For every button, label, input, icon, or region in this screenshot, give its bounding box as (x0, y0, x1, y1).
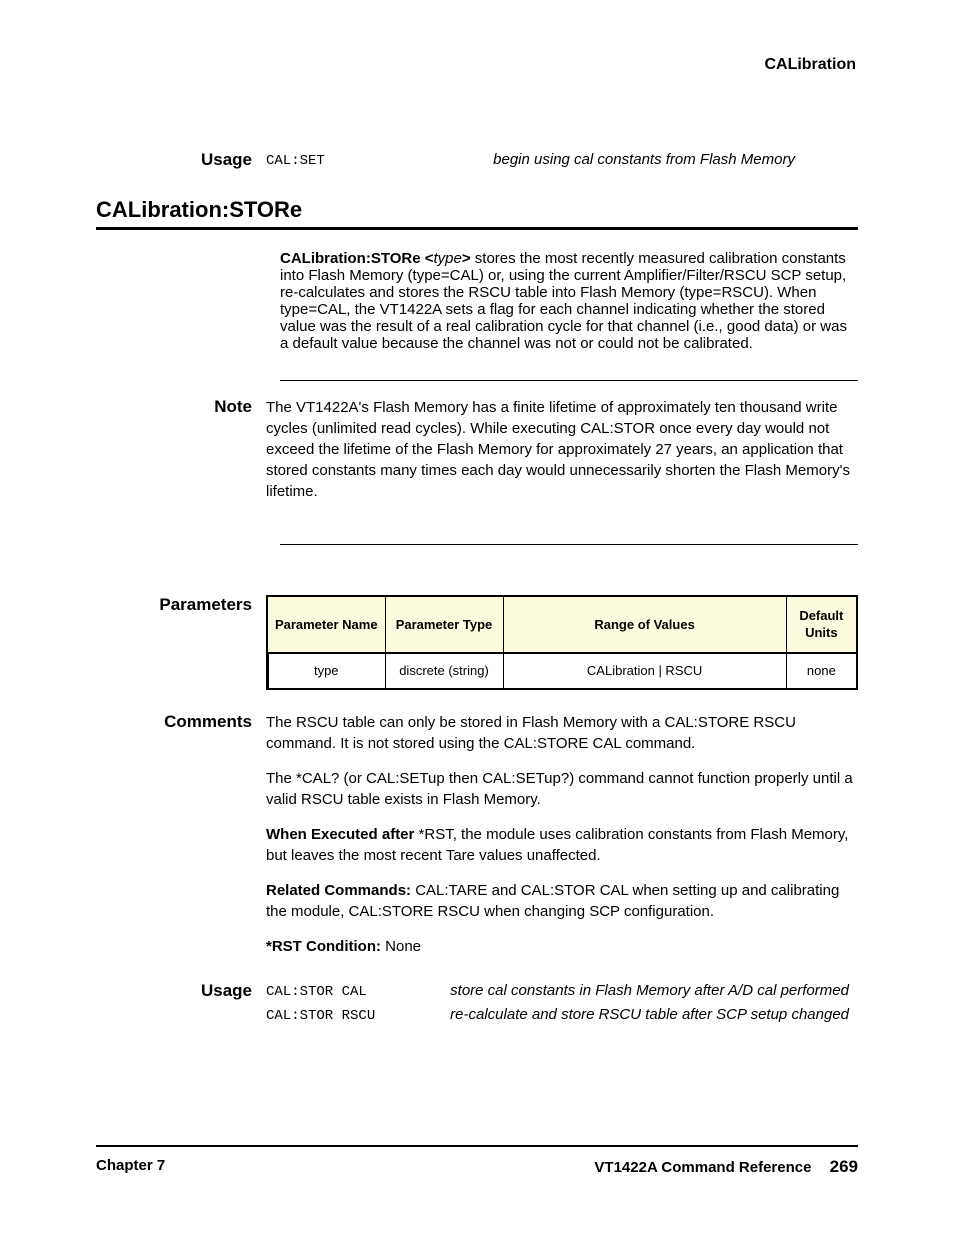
page-footer: Chapter 7 VT1422A Command Reference 269 (96, 1145, 858, 1177)
comments-block: Comments The RSCU table can only be stor… (96, 712, 858, 971)
note-text: The VT1422A's Flash Memory has a finite … (266, 397, 858, 502)
th-type: Parameter Type (385, 596, 503, 653)
parameters-label: Parameters (96, 595, 266, 615)
usage1-comment: begin using cal constants from Flash Mem… (493, 151, 795, 168)
comment-item: *RST Condition: None (266, 936, 858, 957)
footer-rule (96, 1145, 858, 1147)
usage2-code-0: CAL:STOR CAL (266, 983, 446, 1002)
th-range: Range of Values (503, 596, 786, 653)
usage2-code-1: CAL:STOR RSCU (266, 1007, 446, 1026)
th-default: Default Units (786, 596, 857, 653)
usage2-comment-1: re-calculate and store RSCU table after … (450, 1006, 849, 1023)
syntax-prefix: CALibration:STORe < (280, 250, 434, 267)
comments-body: The RSCU table can only be stored in Fla… (266, 712, 858, 971)
usage2-row: CAL:STOR CAL store cal constants in Flas… (266, 981, 858, 1002)
syntax-param: type (434, 250, 462, 267)
usage-block-2: Usage CAL:STOR CAL store cal constants i… (96, 981, 858, 1027)
parameters-table: Parameter Name Parameter Type Range of V… (266, 595, 858, 690)
section-heading: CALibration:STORe (96, 197, 858, 223)
comment-item: Related Commands: CAL:TARE and CAL:STOR … (266, 880, 858, 922)
note-top-rule (280, 380, 858, 381)
td-range: CALibration | RSCU (503, 653, 786, 689)
table-row: type discrete (string) CALibration | RSC… (267, 653, 857, 689)
syntax-line: CALibration:STORe <type> stores the most… (280, 250, 858, 352)
comment-item: When Executed after *RST, the module use… (266, 824, 858, 866)
section-rule (96, 227, 858, 230)
usage-block-1: Usage CAL:SET begin using cal constants … (96, 150, 858, 171)
page-number: 269 (830, 1157, 858, 1176)
parameters-block: Parameters Parameter Name Parameter Type… (96, 595, 858, 690)
usage1-code: CAL:SET (266, 153, 325, 169)
th-name: Parameter Name (267, 596, 385, 653)
comment-item: The RSCU table can only be stored in Fla… (266, 712, 858, 754)
usage2-row: CAL:STOR RSCU re-calculate and store RSC… (266, 1005, 858, 1026)
usage-label-1: Usage (96, 150, 266, 170)
running-header: CALibration (764, 56, 856, 74)
syntax-suffix: > (462, 250, 471, 267)
usage2-comment-0: store cal constants in Flash Memory afte… (450, 982, 849, 999)
note-bottom-rule (280, 544, 858, 545)
usage-label-2: Usage (96, 981, 266, 1001)
footer-left: Chapter 7 (96, 1157, 165, 1177)
td-default: none (786, 653, 857, 689)
note-block (280, 380, 858, 381)
comments-label: Comments (96, 712, 266, 732)
td-name: type (267, 653, 385, 689)
td-type: discrete (string) (385, 653, 503, 689)
footer-right: VT1422A Command Reference (594, 1159, 811, 1176)
comment-item: The *CAL? (or CAL:SETup then CAL:SETup?)… (266, 768, 858, 810)
note-label: Note (96, 397, 266, 417)
table-header-row: Parameter Name Parameter Type Range of V… (267, 596, 857, 653)
